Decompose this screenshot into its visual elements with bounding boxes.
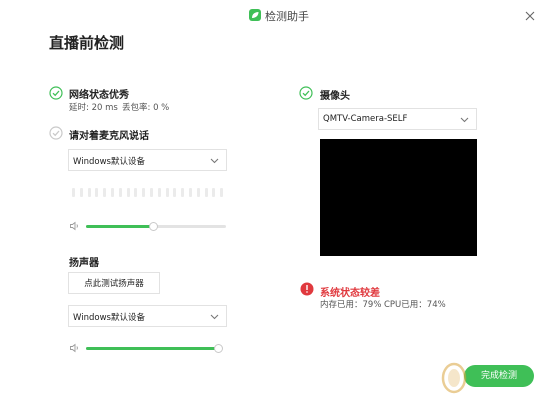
microphone-level-bar: [87, 188, 91, 197]
page-title: 直播前检测: [49, 34, 125, 52]
speaker-volume-fill: [86, 347, 219, 350]
speaker-device-select[interactable]: Windows默认设备: [68, 305, 227, 327]
leaf-icon: [252, 12, 259, 18]
system-status: 系统状态较差: [320, 288, 380, 299]
speaker-volume-icon: [70, 343, 78, 353]
test-speaker-button[interactable]: 点此测试扬声器: [68, 272, 160, 294]
chevron-down-icon: [210, 158, 219, 164]
chevron-down-icon: [210, 314, 219, 320]
microphone-volume-slider[interactable]: [86, 222, 226, 231]
test-speaker-label: 点此测试扬声器: [84, 279, 144, 289]
watermark-logo: [441, 362, 467, 394]
microphone-level-bar: [95, 188, 99, 197]
error-icon: [300, 282, 314, 296]
microphone-level-bar: [142, 188, 146, 197]
microphone-level-bar: [189, 188, 192, 197]
microphone-level-bar: [181, 188, 185, 197]
microphone-device-select[interactable]: Windows默认设备: [68, 149, 227, 171]
microphone-level-bar: [72, 188, 75, 197]
camera-device-select[interactable]: QMTV-Camera-SELF: [318, 108, 477, 130]
microphone-level-bar: [111, 188, 114, 197]
network-packet-loss: 丢包率: 0 %: [122, 103, 170, 113]
cpu-usage: CPU已用：74%: [384, 300, 446, 310]
speaker-volume-icon: [70, 221, 78, 231]
microphone-level-bar: [118, 188, 122, 197]
microphone-volume-fill: [86, 225, 154, 228]
microphone-level-bar: [157, 188, 161, 197]
microphone-device-value: Windows默认设备: [73, 157, 145, 167]
microphone-level-bar: [173, 188, 177, 197]
network-status: 网络状态优秀: [69, 90, 129, 101]
pending-circle-icon: [49, 126, 63, 140]
microphone-volume-knob[interactable]: [148, 222, 158, 231]
camera-title: 摄像头: [320, 91, 350, 102]
microphone-level-bar: [79, 188, 83, 197]
check-circle-icon: [299, 86, 313, 100]
microphone-level-bar: [103, 188, 107, 197]
speaker-device-value: Windows默认设备: [73, 313, 145, 323]
microphone-level-bar: [150, 188, 153, 197]
microphone-level-meter: [72, 188, 227, 198]
microphone-level-bar: [204, 188, 208, 197]
speaker-title: 扬声器: [69, 258, 99, 269]
camera-preview: [320, 139, 477, 256]
microphone-level-bar: [212, 188, 216, 197]
microphone-level-bar: [134, 188, 138, 197]
speaker-volume-knob[interactable]: [213, 344, 223, 353]
microphone-level-bar: [196, 188, 200, 197]
network-latency: 延时: 20 ms: [69, 103, 118, 113]
speaker-volume-slider[interactable]: [86, 344, 223, 353]
microphone-level-bar: [126, 188, 130, 197]
app-logo: [249, 9, 261, 21]
close-icon[interactable]: [524, 10, 536, 22]
check-circle-icon: [49, 86, 63, 100]
camera-device-value: QMTV-Camera-SELF: [323, 114, 408, 124]
microphone-level-bar: [220, 188, 224, 197]
microphone-prompt: 请对着麦克风说话: [69, 131, 149, 142]
window-title: 检测助手: [265, 10, 309, 23]
microphone-level-bar: [165, 188, 169, 197]
chevron-down-icon: [460, 117, 469, 123]
memory-usage: 内存已用：79%: [320, 300, 382, 310]
close-button[interactable]: [524, 7, 536, 22]
